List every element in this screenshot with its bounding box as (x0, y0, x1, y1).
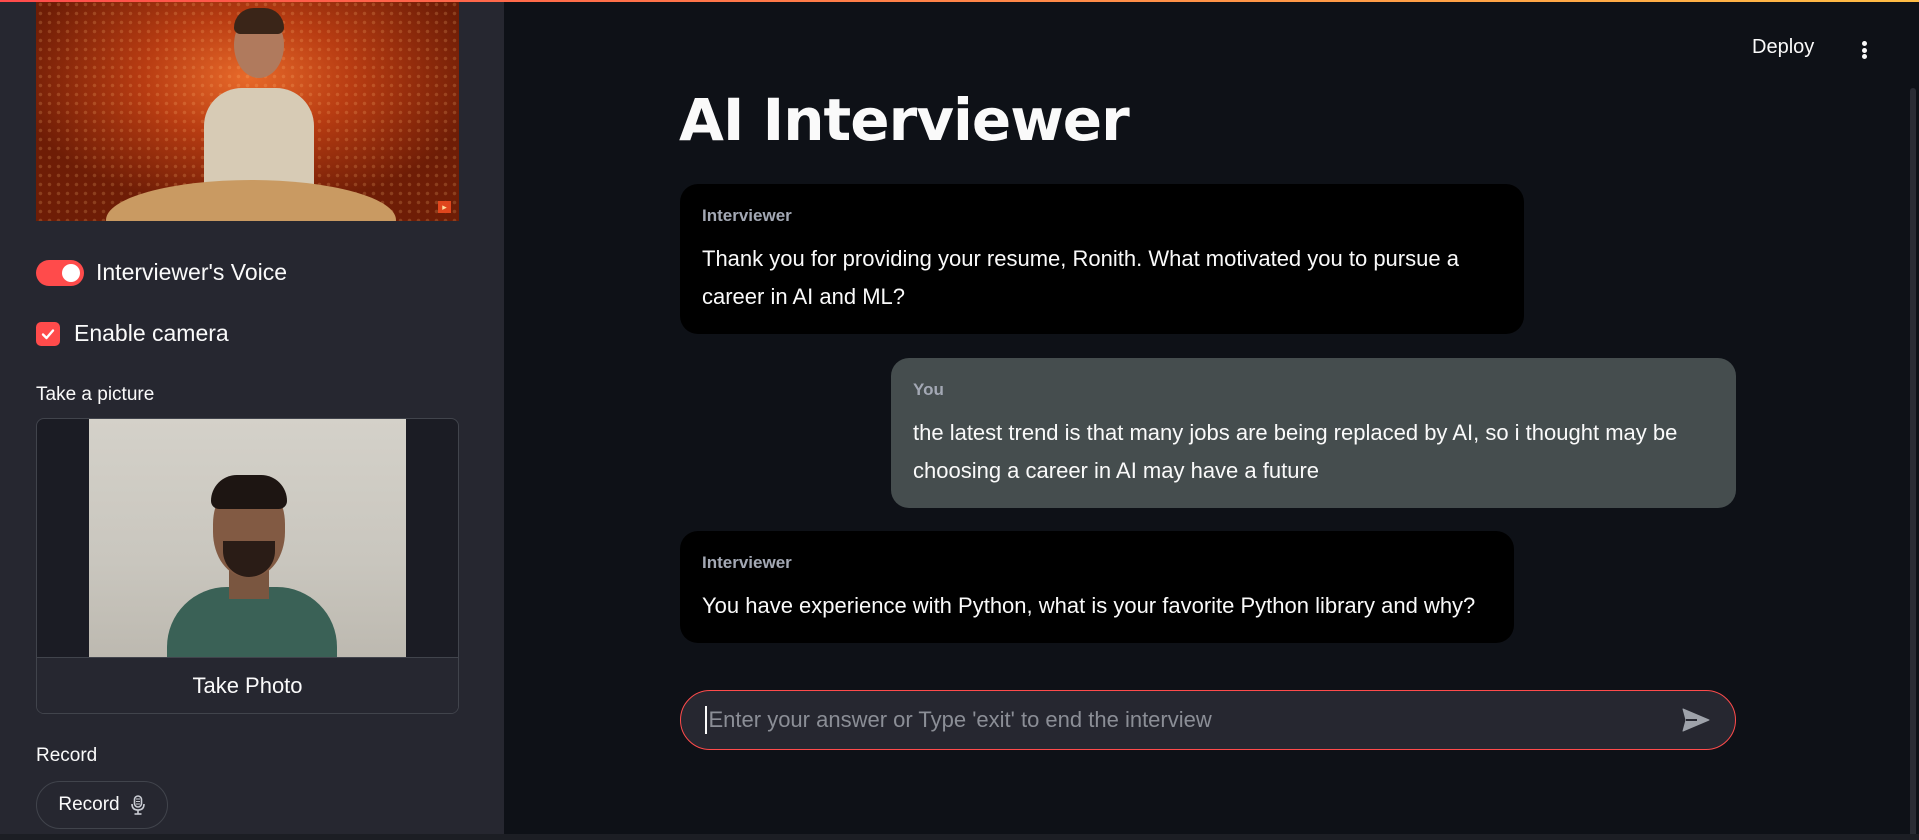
chat-message-interviewer: Interviewer Thank you for providing your… (680, 184, 1524, 334)
text-caret (705, 706, 707, 734)
message-text: Thank you for providing your resume, Ron… (702, 246, 1459, 309)
camera-preview (89, 419, 406, 657)
record-label: Record (36, 745, 98, 766)
sidebar: ▸ Interviewer's Voice Enable camera Take… (0, 0, 504, 834)
deploy-button[interactable]: Deploy (1752, 36, 1814, 59)
send-icon[interactable] (1681, 705, 1711, 735)
chat-message-user: You the latest trend is that many jobs a… (891, 358, 1736, 508)
take-photo-button[interactable]: Take Photo (37, 657, 458, 713)
voice-toggle[interactable] (36, 259, 84, 286)
message-text: the latest trend is that many jobs are b… (913, 420, 1678, 483)
video-badge-icon: ▸ (438, 201, 451, 213)
avatar-person-hair (234, 8, 284, 34)
chat-input[interactable]: Enter your answer or Type 'exit' to end … (680, 690, 1736, 750)
kebab-dot (1861, 41, 1867, 46)
microphone-icon (130, 795, 145, 815)
check-icon (41, 328, 55, 339)
enable-camera-checkbox[interactable] (36, 321, 60, 346)
message-author: Interviewer (702, 206, 792, 225)
chat-input-placeholder[interactable]: Enter your answer or Type 'exit' to end … (709, 707, 1682, 733)
message-text: You have experience with Python, what is… (702, 593, 1476, 618)
toggle-knob (62, 263, 80, 282)
camera-checkbox-row[interactable]: Enable camera (36, 320, 229, 347)
kebab-dot (1861, 47, 1867, 53)
camera-input-label: Take a picture (36, 384, 155, 405)
bottom-edge (0, 834, 1919, 840)
chat-message-interviewer: Interviewer You have experience with Pyt… (680, 531, 1514, 643)
kebab-menu-icon[interactable] (1856, 36, 1872, 64)
voice-toggle-label: Interviewer's Voice (96, 259, 288, 285)
message-author: You (913, 380, 944, 399)
kebab-dot (1861, 54, 1867, 59)
interviewer-avatar-video[interactable]: ▸ (36, 0, 459, 221)
top-accent-bar (0, 0, 1919, 2)
enable-camera-label: Enable camera (74, 320, 229, 346)
main-scrollbar[interactable] (1910, 88, 1916, 840)
record-button[interactable]: Record (36, 781, 168, 829)
voice-toggle-row[interactable]: Interviewer's Voice (36, 259, 287, 286)
message-author: Interviewer (702, 553, 792, 572)
camera-person-hair (211, 475, 287, 509)
record-button-label: Record (58, 794, 120, 815)
page-title: AI Interviewer (679, 86, 1130, 154)
camera-input: Take Photo (36, 418, 459, 714)
